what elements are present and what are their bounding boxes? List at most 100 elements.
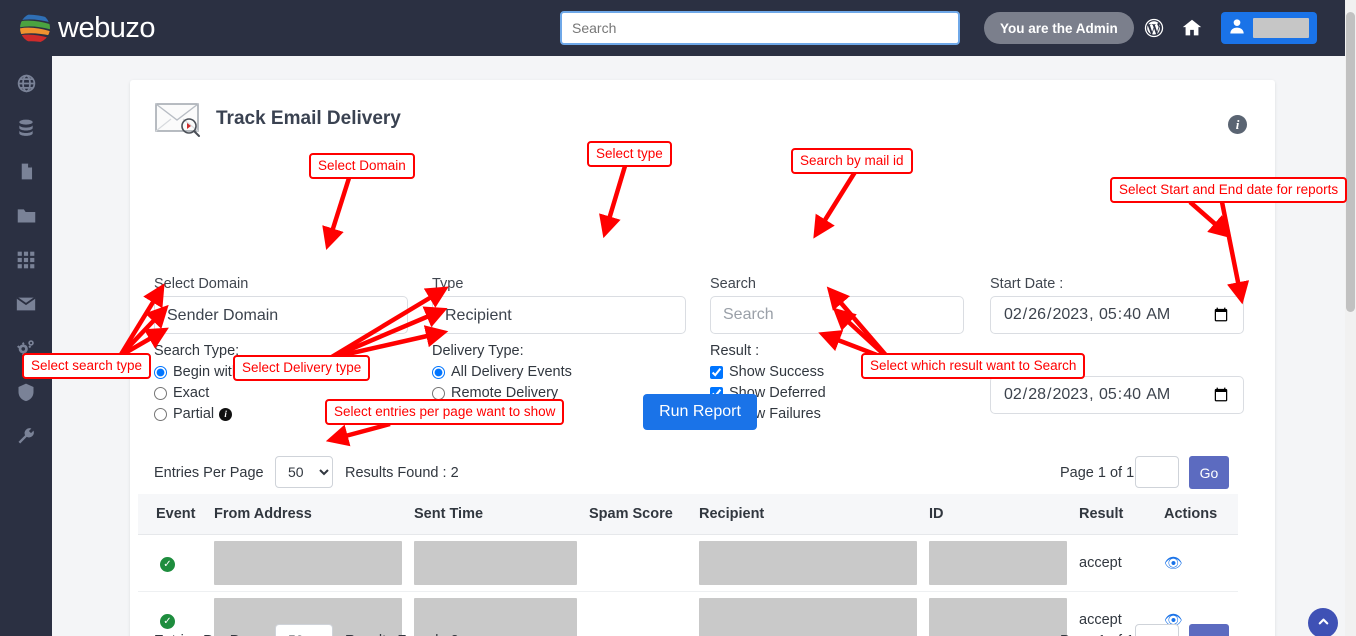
result-checkbox-success[interactable] [710, 366, 723, 379]
search-input[interactable] [710, 296, 964, 334]
sidebar-item-file[interactable] [0, 152, 52, 196]
table-body: ✓ accept 👁 ✓ [138, 535, 1238, 636]
search-type-label-exact[interactable]: Exact [173, 385, 209, 401]
file-icon [17, 162, 36, 186]
search-type-radio-begin-with[interactable] [154, 366, 167, 379]
delivery-type-radio-remote[interactable] [432, 387, 445, 400]
database-icon [16, 118, 36, 143]
scrollbar-thumb[interactable] [1346, 12, 1355, 312]
user-account-button[interactable] [1221, 12, 1317, 44]
anno-select-domain: Select Domain [309, 153, 415, 179]
result-option-success[interactable]: Show Success [710, 364, 824, 380]
eye-icon[interactable]: 👁 [1164, 555, 1183, 572]
cell-from-address [208, 535, 408, 592]
search-type-option-begin-with[interactable]: Begin with [154, 364, 240, 380]
grid-icon [16, 250, 36, 275]
delivery-type-radio-all[interactable] [432, 366, 445, 379]
search-type-label: Search Type: [154, 343, 239, 359]
shield-icon [16, 382, 36, 407]
anno-search-by-mail-id: Search by mail id [791, 148, 913, 174]
search-type-radio-exact[interactable] [154, 387, 167, 400]
cell-sent-time [408, 535, 583, 592]
col-spam-score: Spam Score [583, 494, 693, 535]
search-type-label-begin-with[interactable]: Begin with [173, 364, 240, 380]
entries-per-page-label-top: Entries Per Page [154, 465, 264, 481]
username-redacted [1253, 18, 1309, 38]
info-icon[interactable]: i [1228, 115, 1247, 134]
search-type-option-exact[interactable]: Exact [154, 385, 209, 401]
partial-info-icon[interactable]: i [219, 408, 232, 421]
col-sent-time: Sent Time [408, 494, 583, 535]
page-of-top: Page 1 of 1 [1060, 465, 1134, 481]
webuzo-logo-icon [18, 11, 52, 45]
sidebar-item-tools[interactable] [0, 416, 52, 460]
anno-select-search-type: Select search type [22, 353, 151, 379]
envelope-icon [15, 293, 37, 320]
anno-select-result: Select which result want to Search [861, 353, 1085, 379]
end-date-input[interactable] [990, 376, 1244, 414]
go-button-bottom[interactable]: Go [1189, 624, 1229, 636]
start-date-input[interactable] [990, 296, 1244, 334]
sidebar-item-database[interactable] [0, 108, 52, 152]
delivery-type-option-all[interactable]: All Delivery Events [432, 364, 572, 380]
admin-status-button[interactable]: You are the Admin [984, 12, 1134, 44]
anno-select-entries: Select entries per page want to show [325, 399, 564, 425]
redacted-value [699, 541, 917, 585]
anno-select-delivery-type: Select Delivery type [233, 355, 370, 381]
cell-event: ✓ [138, 535, 208, 592]
top-header: webuzo You are the Admin [0, 0, 1345, 56]
wrench-icon [16, 426, 36, 451]
globe-icon [16, 73, 37, 99]
delivery-type-label-all[interactable]: All Delivery Events [451, 364, 572, 380]
cell-actions: 👁 [1158, 535, 1238, 592]
col-id: ID [923, 494, 1073, 535]
select-domain-dropdown[interactable]: Sender Domain [154, 296, 408, 334]
wordpress-icon[interactable] [1140, 14, 1168, 42]
page-content: Track Email Delivery i Select Domain Typ… [52, 56, 1345, 636]
col-from-address: From Address [208, 494, 408, 535]
select-domain-label: Select Domain [154, 276, 248, 292]
pagination-bar-bottom: Entries Per Page 50 Results Found : 2 Pa… [130, 624, 1275, 636]
page-number-input-bottom[interactable] [1135, 624, 1179, 636]
brand-logo-group[interactable]: webuzo [18, 11, 155, 45]
home-icon[interactable] [1178, 14, 1206, 42]
sidebar-item-folder[interactable] [0, 196, 52, 240]
search-type-radio-partial[interactable] [154, 408, 167, 421]
scroll-to-top-button[interactable] [1308, 608, 1338, 636]
entries-per-page-select-top[interactable]: 50 [275, 456, 333, 488]
sidebar-item-email[interactable] [0, 284, 52, 328]
redacted-value [214, 541, 402, 585]
col-event: Event [138, 494, 208, 535]
run-report-button[interactable]: Run Report [643, 394, 757, 430]
col-recipient: Recipient [693, 494, 923, 535]
sidebar-item-apps[interactable] [0, 240, 52, 284]
type-label: Type [432, 276, 463, 292]
success-check-icon: ✓ [160, 557, 175, 572]
chevron-up-icon [1316, 614, 1331, 632]
search-type-label-partial[interactable]: Partial [173, 406, 214, 422]
cell-id [923, 535, 1073, 592]
table-header-row: Event From Address Sent Time Spam Score … [138, 494, 1238, 535]
search-type-option-partial[interactable]: Partial i [154, 406, 232, 422]
redacted-value [414, 541, 577, 585]
redacted-value [929, 541, 1067, 585]
type-dropdown[interactable]: Recipient [432, 296, 686, 334]
results-table: Event From Address Sent Time Spam Score … [138, 494, 1238, 636]
entries-per-page-select-bottom[interactable]: 50 [275, 624, 333, 636]
brand-name: webuzo [58, 12, 155, 45]
go-button-top[interactable]: Go [1189, 456, 1229, 489]
vertical-scrollbar[interactable] [1345, 0, 1356, 636]
col-actions: Actions [1158, 494, 1238, 535]
cell-recipient [693, 535, 923, 592]
sidebar-item-security[interactable] [0, 372, 52, 416]
global-search-input[interactable] [560, 11, 960, 45]
anno-select-type: Select type [587, 141, 672, 167]
results-found-top: Results Found : 2 [345, 465, 459, 481]
sidebar-item-globe[interactable] [0, 64, 52, 108]
left-sidebar [0, 56, 52, 636]
mail-search-icon [154, 100, 206, 138]
result-label-success[interactable]: Show Success [729, 364, 824, 380]
table-row[interactable]: ✓ accept 👁 [138, 535, 1238, 592]
cell-spam-score [583, 535, 693, 592]
page-number-input-top[interactable] [1135, 456, 1179, 488]
